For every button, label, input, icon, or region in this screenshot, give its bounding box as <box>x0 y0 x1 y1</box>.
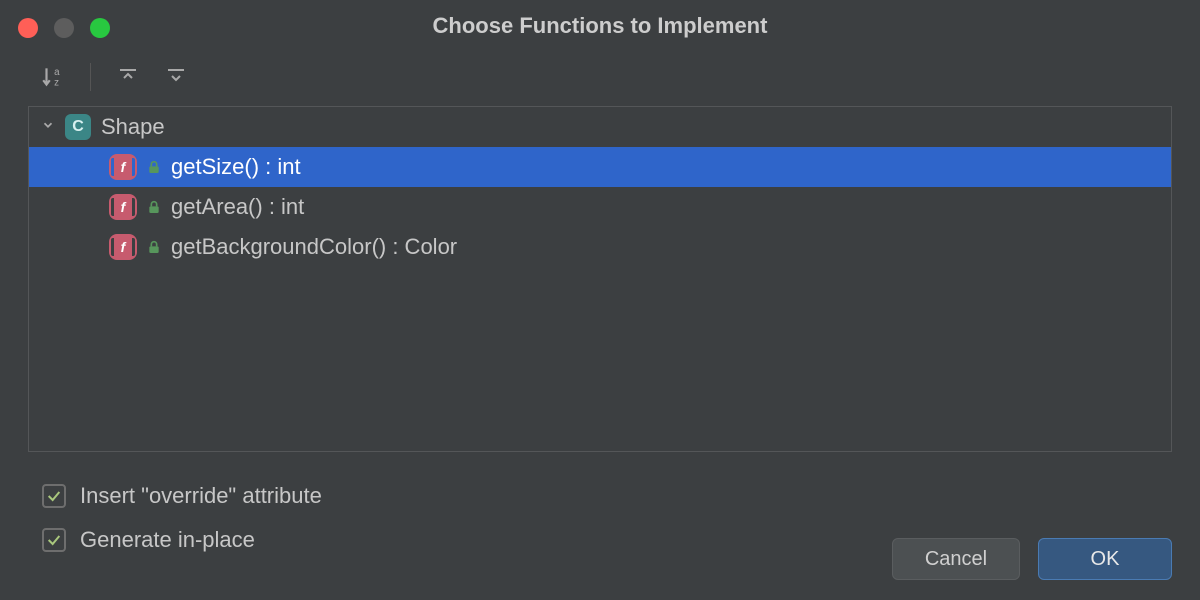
tree-function-row[interactable]: f getBackgroundColor() : Color <box>29 227 1171 267</box>
expand-all-button[interactable] <box>113 62 143 92</box>
function-icon: f <box>109 154 137 180</box>
tree-function-row[interactable]: f getArea() : int <box>29 187 1171 227</box>
tree-function-row[interactable]: f getSize() : int <box>29 147 1171 187</box>
functions-tree[interactable]: C Shape f getSize() : int f getArea() : … <box>28 106 1172 452</box>
sort-alphabetically-button[interactable]: a z <box>38 62 68 92</box>
protected-lock-icon <box>145 238 163 256</box>
function-signature: getArea() : int <box>171 194 304 220</box>
svg-text:z: z <box>54 78 59 89</box>
protected-lock-icon <box>145 158 163 176</box>
dialog-footer: Cancel OK <box>892 538 1172 580</box>
function-signature: getSize() : int <box>171 154 301 180</box>
function-icon: f <box>109 194 137 220</box>
collapse-all-button[interactable] <box>161 62 191 92</box>
svg-text:a: a <box>54 67 60 78</box>
ok-button[interactable]: OK <box>1038 538 1172 580</box>
class-name-label: Shape <box>101 114 165 140</box>
generate-in-place-label: Generate in-place <box>80 527 255 553</box>
insert-override-label: Insert "override" attribute <box>80 483 322 509</box>
dialog-title: Choose Functions to Implement <box>0 13 1200 39</box>
tree-class-row[interactable]: C Shape <box>29 107 1171 147</box>
checkbox-icon <box>42 528 66 552</box>
titlebar: Choose Functions to Implement <box>0 0 1200 52</box>
function-icon: f <box>109 234 137 260</box>
insert-override-checkbox[interactable]: Insert "override" attribute <box>42 474 1158 518</box>
toolbar-separator <box>90 63 91 91</box>
chevron-down-icon[interactable] <box>37 118 59 137</box>
zoom-window-button[interactable] <box>90 18 110 38</box>
function-signature: getBackgroundColor() : Color <box>171 234 457 260</box>
checkbox-icon <box>42 484 66 508</box>
protected-lock-icon <box>145 198 163 216</box>
minimize-window-button <box>54 18 74 38</box>
toolbar: a z <box>0 52 1200 102</box>
cancel-button[interactable]: Cancel <box>892 538 1020 580</box>
close-window-button[interactable] <box>18 18 38 38</box>
class-icon: C <box>65 114 91 140</box>
window-controls <box>18 18 110 38</box>
